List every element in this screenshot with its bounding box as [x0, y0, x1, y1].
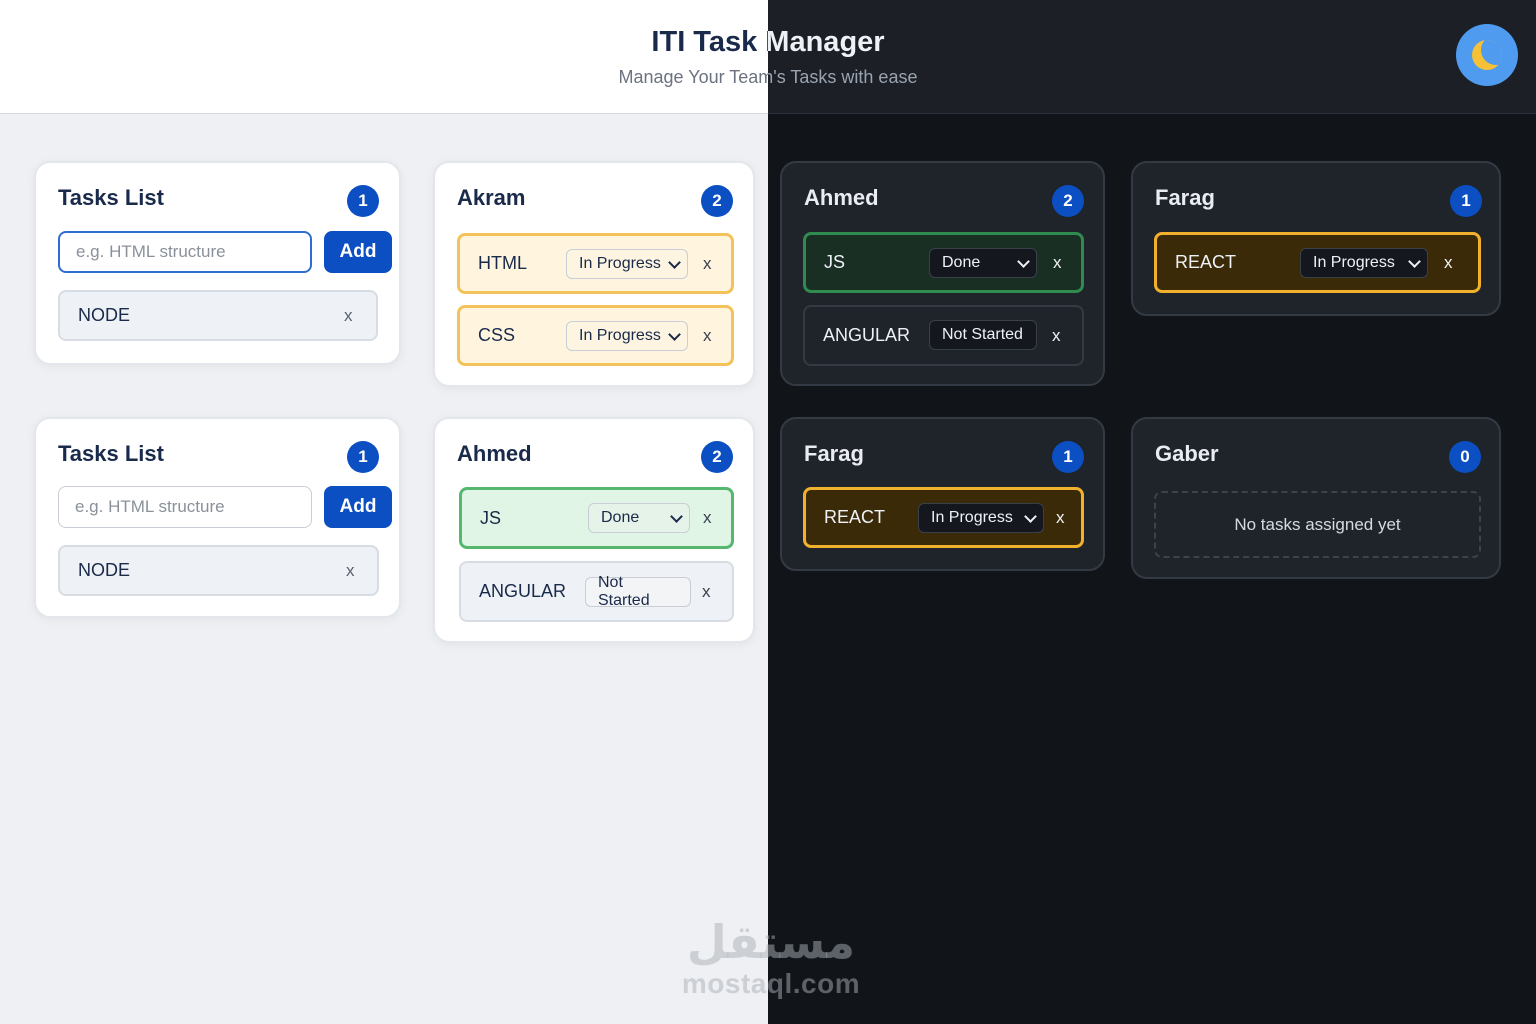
list-item[interactable]: NODE x	[58, 290, 378, 341]
status-value: In Progress	[579, 327, 661, 344]
watermark-latin: mostaql.com	[681, 968, 861, 999]
task-name-input[interactable]	[58, 231, 312, 273]
member-card-ahmed: Ahmed 2 JS Done x ANGULAR Not Started x	[433, 417, 755, 643]
empty-state: No tasks assigned yet	[1154, 491, 1481, 558]
task-name: NODE	[78, 560, 131, 580]
task-item[interactable]: CSS In Progress x	[457, 305, 734, 366]
count-badge: 1	[1450, 185, 1482, 217]
theme-toggle-button[interactable]	[1456, 24, 1518, 86]
member-card-gaber-dark: Gaber 0 No tasks assigned yet	[1131, 417, 1501, 579]
header-dark-content: ITI Task Manager Manage Your Team's Task…	[768, 0, 1536, 114]
count-badge: 1	[347, 185, 379, 217]
app-subtitle-dark: Manage Your Team's Tasks with ease	[768, 67, 918, 87]
status-badge: Not Started	[585, 574, 691, 609]
remove-task-button[interactable]: x	[702, 582, 711, 602]
task-name: CSS	[478, 325, 516, 345]
card-title: Tasks List	[58, 441, 164, 466]
task-name-input[interactable]	[58, 486, 312, 528]
watermark-arabic: مستقل	[686, 915, 856, 969]
add-task-button[interactable]: Add	[324, 231, 392, 273]
task-item[interactable]: ANGULAR Not Started x	[803, 305, 1084, 366]
remove-task-button[interactable]: x	[1444, 253, 1453, 273]
status-select[interactable]: In Progress	[566, 249, 688, 279]
count-badge: 1	[1052, 441, 1084, 473]
count-badge: 2	[701, 441, 733, 473]
member-name: Akram	[457, 185, 526, 210]
app-title: ITI Task Manager	[651, 26, 768, 58]
status-value: Done	[601, 509, 640, 526]
watermark-logo: مستقل mostaql.com	[676, 916, 866, 1000]
task-name: ANGULAR	[823, 325, 911, 345]
card-title: Tasks List	[58, 185, 164, 210]
remove-task-button[interactable]: x	[1056, 508, 1065, 528]
remove-task-button[interactable]: x	[1053, 253, 1062, 273]
count-badge: 1	[347, 441, 379, 473]
chevron-down-icon	[670, 510, 683, 523]
task-item[interactable]: JS Done x	[803, 232, 1084, 293]
task-name: ANGULAR	[479, 581, 567, 601]
member-name: Farag	[804, 441, 864, 466]
chevron-down-icon	[668, 256, 681, 269]
app-title-dark: ITI Task Manager	[768, 26, 885, 58]
member-name: Ahmed	[804, 185, 879, 210]
remove-task-button[interactable]: x	[1052, 326, 1061, 346]
task-name: REACT	[1175, 252, 1237, 272]
count-badge: 2	[701, 185, 733, 217]
status-value: Done	[942, 254, 981, 271]
status-value: Not Started	[942, 326, 1023, 343]
member-card-farag-dark: Farag 1 REACT In Progress x	[780, 417, 1105, 571]
member-name: Farag	[1155, 185, 1215, 210]
member-card-akram: Akram 2 HTML In Progress x CSS In Progre…	[433, 161, 755, 387]
chevron-down-icon	[1017, 255, 1030, 268]
remove-task-button[interactable]: x	[344, 306, 353, 326]
status-value: In Progress	[579, 255, 661, 272]
remove-task-button[interactable]: x	[703, 254, 712, 274]
app-subtitle: Manage Your Team's Tasks with ease	[618, 67, 768, 87]
chevron-down-icon	[668, 328, 681, 341]
status-select[interactable]: In Progress	[566, 321, 688, 351]
member-name: Gaber	[1155, 441, 1219, 466]
task-item[interactable]: REACT In Progress x	[1154, 232, 1481, 293]
status-value: In Progress	[1313, 254, 1395, 271]
member-card-ahmed-dark: Ahmed 2 JS Done x ANGULAR Not Started x	[780, 161, 1105, 386]
tasks-list-card: Tasks List 1 Add NODE x	[34, 417, 401, 618]
add-task-button[interactable]: Add	[324, 486, 392, 528]
list-item[interactable]: NODE x	[58, 545, 379, 596]
task-name: JS	[824, 252, 846, 272]
task-name: NODE	[78, 305, 131, 325]
task-name: REACT	[824, 507, 886, 527]
remove-task-button[interactable]: x	[703, 508, 712, 528]
count-badge: 2	[1052, 185, 1084, 217]
status-select[interactable]: Done	[588, 503, 690, 533]
tasks-list-card: Tasks List 1 Add NODE x	[34, 161, 401, 365]
header-light-content: ITI Task Manager Manage Your Team's Task…	[0, 0, 768, 114]
task-item[interactable]: HTML In Progress x	[457, 233, 734, 294]
status-value: In Progress	[931, 509, 1013, 526]
task-item[interactable]: JS Done x	[459, 487, 734, 549]
status-select[interactable]: Done	[929, 248, 1037, 278]
status-select[interactable]: In Progress	[918, 503, 1044, 533]
remove-task-button[interactable]: x	[346, 561, 355, 581]
count-badge: 0	[1449, 441, 1481, 473]
task-item[interactable]: ANGULAR Not Started x	[459, 561, 734, 622]
member-card-farag-dark: Farag 1 REACT In Progress x	[1131, 161, 1501, 316]
status-badge: Not Started	[929, 320, 1037, 350]
task-item[interactable]: REACT In Progress x	[803, 487, 1084, 548]
chevron-down-icon	[1408, 255, 1421, 268]
status-select[interactable]: In Progress	[1300, 248, 1428, 278]
task-name: JS	[480, 507, 502, 528]
moon-icon	[1472, 40, 1502, 70]
status-value: Not Started	[598, 574, 650, 609]
chevron-down-icon	[1024, 510, 1037, 523]
remove-task-button[interactable]: x	[703, 326, 712, 346]
task-name: HTML	[478, 253, 527, 273]
member-name: Ahmed	[457, 441, 532, 466]
